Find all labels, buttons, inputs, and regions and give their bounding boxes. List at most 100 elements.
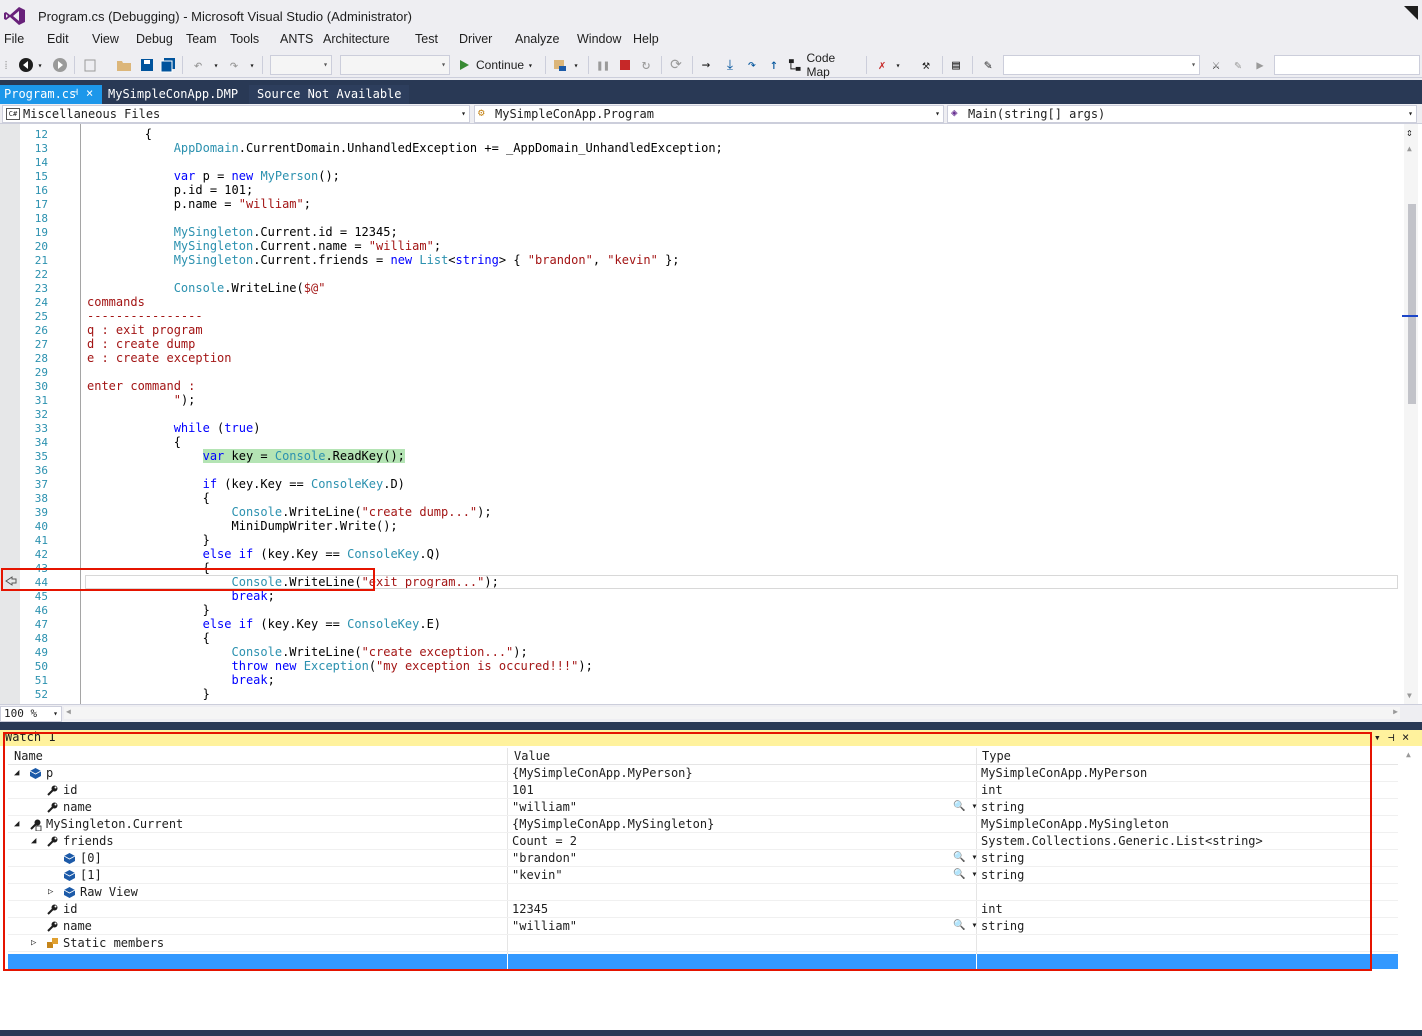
stop-debugging-icon[interactable] [618,57,632,73]
code-line[interactable]: { [87,127,152,141]
show-next-statement-icon[interactable]: → [698,57,714,73]
code-line[interactable]: throw new Exception("my exception is occ… [87,659,593,673]
close-icon[interactable]: × [86,86,93,100]
process-icon[interactable] [552,57,568,73]
tab-program-cs[interactable]: Program.cs ⊣ × [0,85,102,104]
code-line[interactable]: var p = new MyPerson(); [87,169,340,183]
scroll-up-icon[interactable]: ▲ [1407,144,1412,153]
save-icon[interactable] [139,57,155,73]
member-dropdown[interactable]: ◈ Main(string[] args) ▾ [947,105,1417,123]
search-combo[interactable] [1274,55,1420,75]
project-dropdown[interactable]: C# Miscellaneous Files ▾ [2,105,470,123]
tab-source-not-available[interactable]: Source Not Available [249,85,409,104]
code-line[interactable]: if (key.Key == ConsoleKey.D) [87,477,405,491]
code-line[interactable]: Console.WriteLine($@" [87,281,326,295]
code-line[interactable]: { [87,491,210,505]
code-line[interactable]: MySingleton.Current.name = "william"; [87,239,441,253]
ants-profiler-icon[interactable]: ✎ [980,57,996,73]
menu-debug[interactable]: Debug [136,32,173,46]
code-line[interactable]: while (true) [87,421,261,435]
menu-edit[interactable]: Edit [47,32,69,46]
scroll-left-icon[interactable]: ◀ [66,707,71,716]
exceptions-icon[interactable]: ✗ [874,57,890,73]
code-line[interactable]: q : exit program [87,323,203,337]
forward-icon[interactable] [52,57,68,73]
split-icon[interactable]: ⇕ [1406,126,1413,139]
code-line[interactable]: else if (key.Key == ConsoleKey.Q) [87,547,441,561]
code-line[interactable]: Console.WriteLine("create dump..."); [87,505,492,519]
redo-icon[interactable]: ↷ [226,56,242,74]
new-project-icon[interactable] [82,57,98,73]
output-window-icon[interactable]: ▤ [948,57,964,73]
undo-dropdown-icon[interactable]: ▾ [212,57,220,73]
code-line[interactable]: p.id = 101; [87,183,253,197]
diagnostic-tools-icon[interactable]: ⚒ [918,57,934,73]
back-dropdown-icon[interactable]: ▾ [36,57,44,73]
window-menu-icon[interactable]: ▾ [1374,731,1381,744]
watch-vertical-scrollbar[interactable]: ▲ [1402,748,1418,970]
menu-analyze[interactable]: Analyze [515,32,559,46]
scroll-down-icon[interactable]: ▼ [1407,691,1412,700]
type-dropdown[interactable]: ⚙ MySimpleConApp.Program ▾ [474,105,944,123]
break-all-icon[interactable]: ❚❚ [596,57,610,73]
code-line[interactable]: break; [87,589,275,603]
find-combo[interactable]: ▾ [1003,55,1200,75]
menu-driver[interactable]: Driver [459,32,492,46]
pencil-icon[interactable]: ✎ [1230,57,1246,73]
code-editor[interactable]: 12 13 14 15 16 17 18 19 20 21 22 23 24 25 26 27 28 29 30 31… [0,124,1422,704]
redo-dropdown-icon[interactable]: ▾ [248,57,256,73]
code-line[interactable]: var key = Console.ReadKey(); [87,449,405,463]
code-line[interactable]: } [87,687,210,701]
code-line[interactable]: MySingleton.Current.friends = new List<s… [87,253,680,267]
code-map-button[interactable]: Code Map [788,51,860,79]
code-line[interactable]: } [87,533,210,547]
menu-help[interactable]: Help [633,32,659,46]
code-line[interactable]: MySingleton.Current.id = 12345; [87,225,398,239]
attach-icon[interactable]: ⚔ [1208,57,1224,73]
menu-test[interactable]: Test [415,32,438,46]
code-line[interactable]: p.name = "william"; [87,197,311,211]
save-all-icon[interactable] [160,57,176,73]
step-into-icon[interactable]: ⤓ [722,57,738,73]
solution-platform-dropdown[interactable]: ▾ [340,55,450,75]
menu-ants[interactable]: ANTS [280,32,313,46]
menu-view[interactable]: View [92,32,119,46]
undo-icon[interactable]: ↶ [190,56,206,74]
window-corner-icon[interactable] [1404,6,1418,20]
pin-icon[interactable]: ⊣ [1388,731,1395,744]
solution-config-dropdown[interactable]: ▾ [270,55,332,75]
menu-tools[interactable]: Tools [230,32,259,46]
step-out-icon[interactable]: ↑ [766,57,782,73]
code-line[interactable]: break; [87,673,275,687]
scroll-right-icon[interactable]: ▶ [1393,707,1398,716]
code-line[interactable]: e : create exception [87,351,232,365]
back-icon[interactable] [18,57,34,73]
continue-button[interactable]: Continue ▾ [458,57,540,73]
code-line[interactable]: { [87,631,210,645]
tab-dmp-file[interactable]: MySimpleConApp.DMP [104,85,249,104]
menu-architecture[interactable]: Architecture [323,32,390,46]
code-line[interactable]: ---------------- [87,309,203,323]
continue-dropdown-icon[interactable]: ▾ [528,61,533,70]
code-line[interactable]: enter command : [87,379,195,393]
code-line[interactable]: else if (key.Key == ConsoleKey.E) [87,617,441,631]
code-line[interactable]: MiniDumpWriter.Write(); [87,519,397,533]
scroll-up-icon[interactable]: ▲ [1406,750,1411,759]
pin-icon[interactable]: ⊣ [72,87,78,98]
menu-window[interactable]: Window [577,32,621,46]
code-line[interactable]: "); [87,393,196,407]
restart-icon[interactable]: ↻ [638,57,654,73]
panel-splitter[interactable] [0,722,1422,730]
exceptions-dropdown-icon[interactable]: ▾ [894,57,902,73]
run-icon[interactable]: ▶ [1252,57,1268,73]
code-line[interactable]: commands [87,295,145,309]
code-line[interactable]: } [87,603,210,617]
code-line[interactable]: d : create dump [87,337,195,351]
editor-scroll-thumb[interactable] [1408,204,1416,404]
step-over-icon[interactable]: ↷ [744,57,760,73]
code-line[interactable]: { [87,435,181,449]
process-dropdown-icon[interactable]: ▾ [572,57,580,73]
menu-team[interactable]: Team [186,32,217,46]
open-folder-icon[interactable] [116,57,132,73]
menu-file[interactable]: File [4,32,24,46]
